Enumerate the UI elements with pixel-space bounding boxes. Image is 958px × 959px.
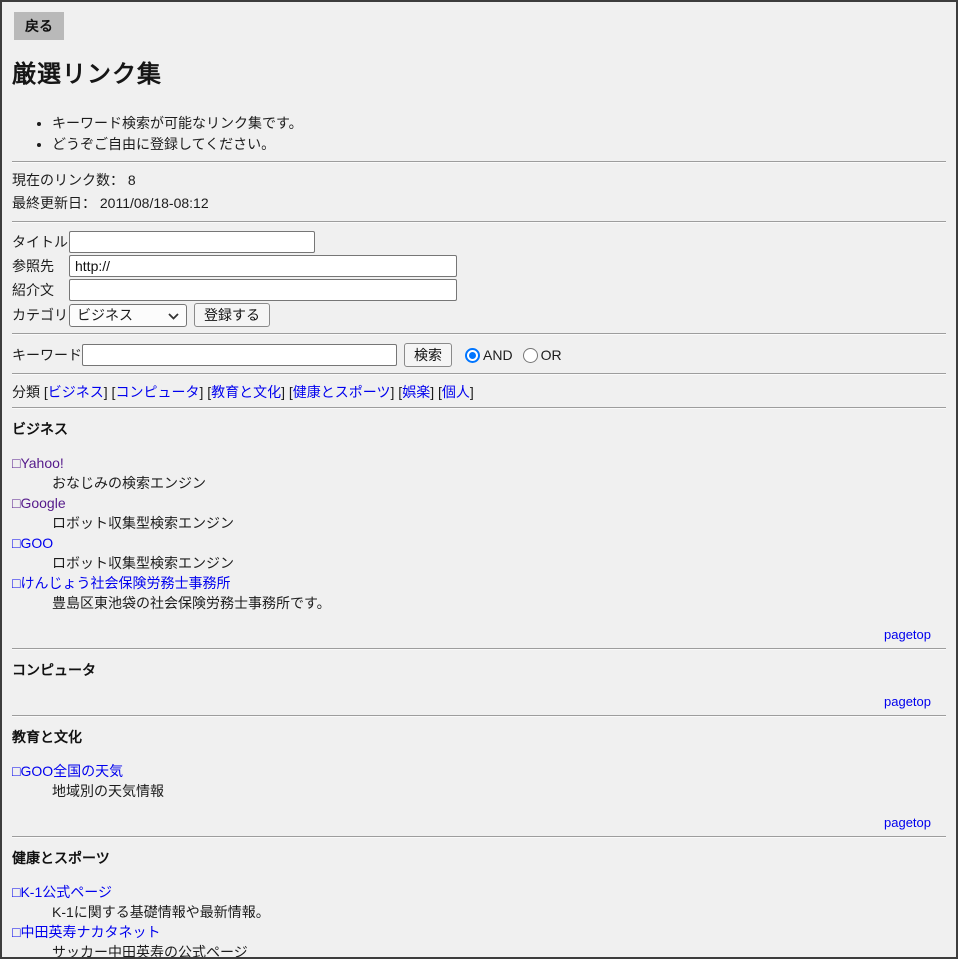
last-updated-label: 最終更新日： <box>12 195 96 211</box>
divider <box>12 407 946 409</box>
sections: ビジネス □Yahoo! おなじみの検索エンジン □Google ロボット収集型検索エン… <box>12 419 946 959</box>
category-row: カテゴリ ビジネス 登録する <box>12 303 946 327</box>
category-select[interactable]: ビジネス <box>69 304 187 327</box>
title-input[interactable] <box>69 231 315 253</box>
last-updated-line: 最終更新日： 2011/08/18-08:12 <box>12 192 946 215</box>
category-nav-label: 分類 <box>12 384 40 400</box>
register-button[interactable]: 登録する <box>194 303 270 327</box>
link-count-value: 8 <box>128 172 136 188</box>
chevron-down-icon <box>168 307 179 323</box>
category-nav-links: [ビジネス] [コンピュータ] [教育と文化] [健康とスポーツ] [娯楽] [… <box>40 384 474 400</box>
site-description: おなじみの検索エンジン <box>52 473 946 493</box>
category-section: 健康とスポーツ □K-1公式ページ K-1に関する基礎情報や最新情報。 □中田英寿ナカ… <box>12 848 946 959</box>
category-label: カテゴリ <box>12 305 69 325</box>
category-section: コンピュータ pagetop <box>12 660 946 717</box>
page: 戻る 厳選リンク集 キーワード検索が可能なリンク集です。 どうぞご自由に登録して… <box>0 0 958 959</box>
site-link[interactable]: □K-1公式ページ <box>12 884 112 900</box>
category-nav-link[interactable]: ビジネス <box>48 384 104 400</box>
or-radio-label: OR <box>541 347 562 363</box>
link-entry: □GOO全国の天気 <box>12 761 946 781</box>
description-input[interactable] <box>69 279 457 301</box>
back-button[interactable]: 戻る <box>14 12 64 40</box>
pagetop-link[interactable]: pagetop <box>884 627 931 642</box>
divider <box>12 715 946 717</box>
and-radio[interactable] <box>465 348 480 363</box>
pagetop-link[interactable]: pagetop <box>884 694 931 709</box>
section-title: 健康とスポーツ <box>12 848 946 868</box>
site-link[interactable]: □けんじょう社会保険労務士事務所 <box>12 575 230 591</box>
title-label: タイトル <box>12 232 69 252</box>
keyword-search: キーワード 検索 AND OR <box>12 343 946 367</box>
pagetop-row: pagetop <box>12 627 931 642</box>
pagetop-row: pagetop <box>12 815 931 830</box>
title-row: タイトル <box>12 231 946 253</box>
category-nav-link[interactable]: 教育と文化 <box>211 384 281 400</box>
site-link[interactable]: □中田英寿ナカタネット <box>12 924 160 940</box>
category-nav-link[interactable]: 個人 <box>442 384 470 400</box>
pagetop-row: pagetop <box>12 694 931 709</box>
link-list: □GOO全国の天気地域別の天気情報 <box>12 761 946 801</box>
or-radio[interactable] <box>523 348 538 363</box>
intro-bullet: どうぞご自由に登録してください。 <box>52 134 946 155</box>
link-entry: □GOO <box>12 533 946 553</box>
site-description: 豊島区東池袋の社会保険労務士事務所です。 <box>52 593 946 613</box>
divider <box>12 836 946 838</box>
stats: 現在のリンク数： 8 最終更新日： 2011/08/18-08:12 <box>12 169 946 215</box>
site-link[interactable]: □GOO <box>12 535 53 551</box>
site-link[interactable]: □GOO全国の天気 <box>12 763 123 779</box>
category-select-value: ビジネス <box>77 305 133 325</box>
section-title: コンピュータ <box>12 660 946 680</box>
last-updated-value: 2011/08/18-08:12 <box>100 195 209 211</box>
category-nav-link[interactable]: 娯楽 <box>402 384 430 400</box>
site-description: 地域別の天気情報 <box>52 781 946 801</box>
divider <box>12 373 946 375</box>
site-description: K-1に関する基礎情報や最新情報。 <box>52 902 946 922</box>
search-mode-group: AND OR <box>465 347 572 363</box>
intro-bullet: キーワード検索が可能なリンク集です。 <box>52 113 946 134</box>
description-label: 紹介文 <box>12 280 69 300</box>
description-row: 紹介文 <box>12 279 946 301</box>
url-row: 参照先 <box>12 255 946 277</box>
pagetop-link[interactable]: pagetop <box>884 815 931 830</box>
link-entry: □Yahoo! <box>12 453 946 473</box>
divider <box>12 333 946 335</box>
link-entry: □けんじょう社会保険労務士事務所 <box>12 573 946 593</box>
intro-list: キーワード検索が可能なリンク集です。 どうぞご自由に登録してください。 <box>12 113 946 155</box>
and-radio-label: AND <box>483 347 513 363</box>
search-button[interactable]: 検索 <box>404 343 452 367</box>
keyword-input[interactable] <box>82 344 397 366</box>
category-nav-link[interactable]: 健康とスポーツ <box>293 384 391 400</box>
link-list: □Yahoo! おなじみの検索エンジン □Google ロボット収集型検索エンジン □G… <box>12 453 946 613</box>
url-label: 参照先 <box>12 256 69 276</box>
divider <box>12 221 946 223</box>
category-section: ビジネス □Yahoo! おなじみの検索エンジン □Google ロボット収集型検索エン… <box>12 419 946 650</box>
site-link[interactable]: □Yahoo! <box>12 455 64 471</box>
link-list: □K-1公式ページ K-1に関する基礎情報や最新情報。 □中田英寿ナカタネットサッカ… <box>12 882 946 959</box>
keyword-label: キーワード <box>12 345 82 365</box>
divider <box>12 161 946 163</box>
site-description: ロボット収集型検索エンジン <box>52 553 946 573</box>
site-link[interactable]: □Google <box>12 495 66 511</box>
link-entry: □中田英寿ナカタネット <box>12 922 946 942</box>
site-description: ロボット収集型検索エンジン <box>52 513 946 533</box>
divider <box>12 648 946 650</box>
section-title: 教育と文化 <box>12 727 946 747</box>
site-description: サッカー中田英寿の公式ページ <box>52 942 946 959</box>
link-entry: □K-1公式ページ <box>12 882 946 902</box>
section-title: ビジネス <box>12 419 946 439</box>
link-count-label: 現在のリンク数： <box>12 172 124 188</box>
category-nav-link[interactable]: コンピュータ <box>115 384 199 400</box>
url-input[interactable] <box>69 255 457 277</box>
category-nav: 分類 [ビジネス] [コンピュータ] [教育と文化] [健康とスポーツ] [娯楽… <box>12 383 946 401</box>
register-form: タイトル 参照先 紹介文 カテゴリ ビジネス 登録する <box>12 231 946 327</box>
link-count-line: 現在のリンク数： 8 <box>12 169 946 192</box>
category-section: 教育と文化 □GOO全国の天気地域別の天気情報 pagetop <box>12 727 946 838</box>
page-title: 厳選リンク集 <box>12 54 946 89</box>
link-entry: □Google <box>12 493 946 513</box>
